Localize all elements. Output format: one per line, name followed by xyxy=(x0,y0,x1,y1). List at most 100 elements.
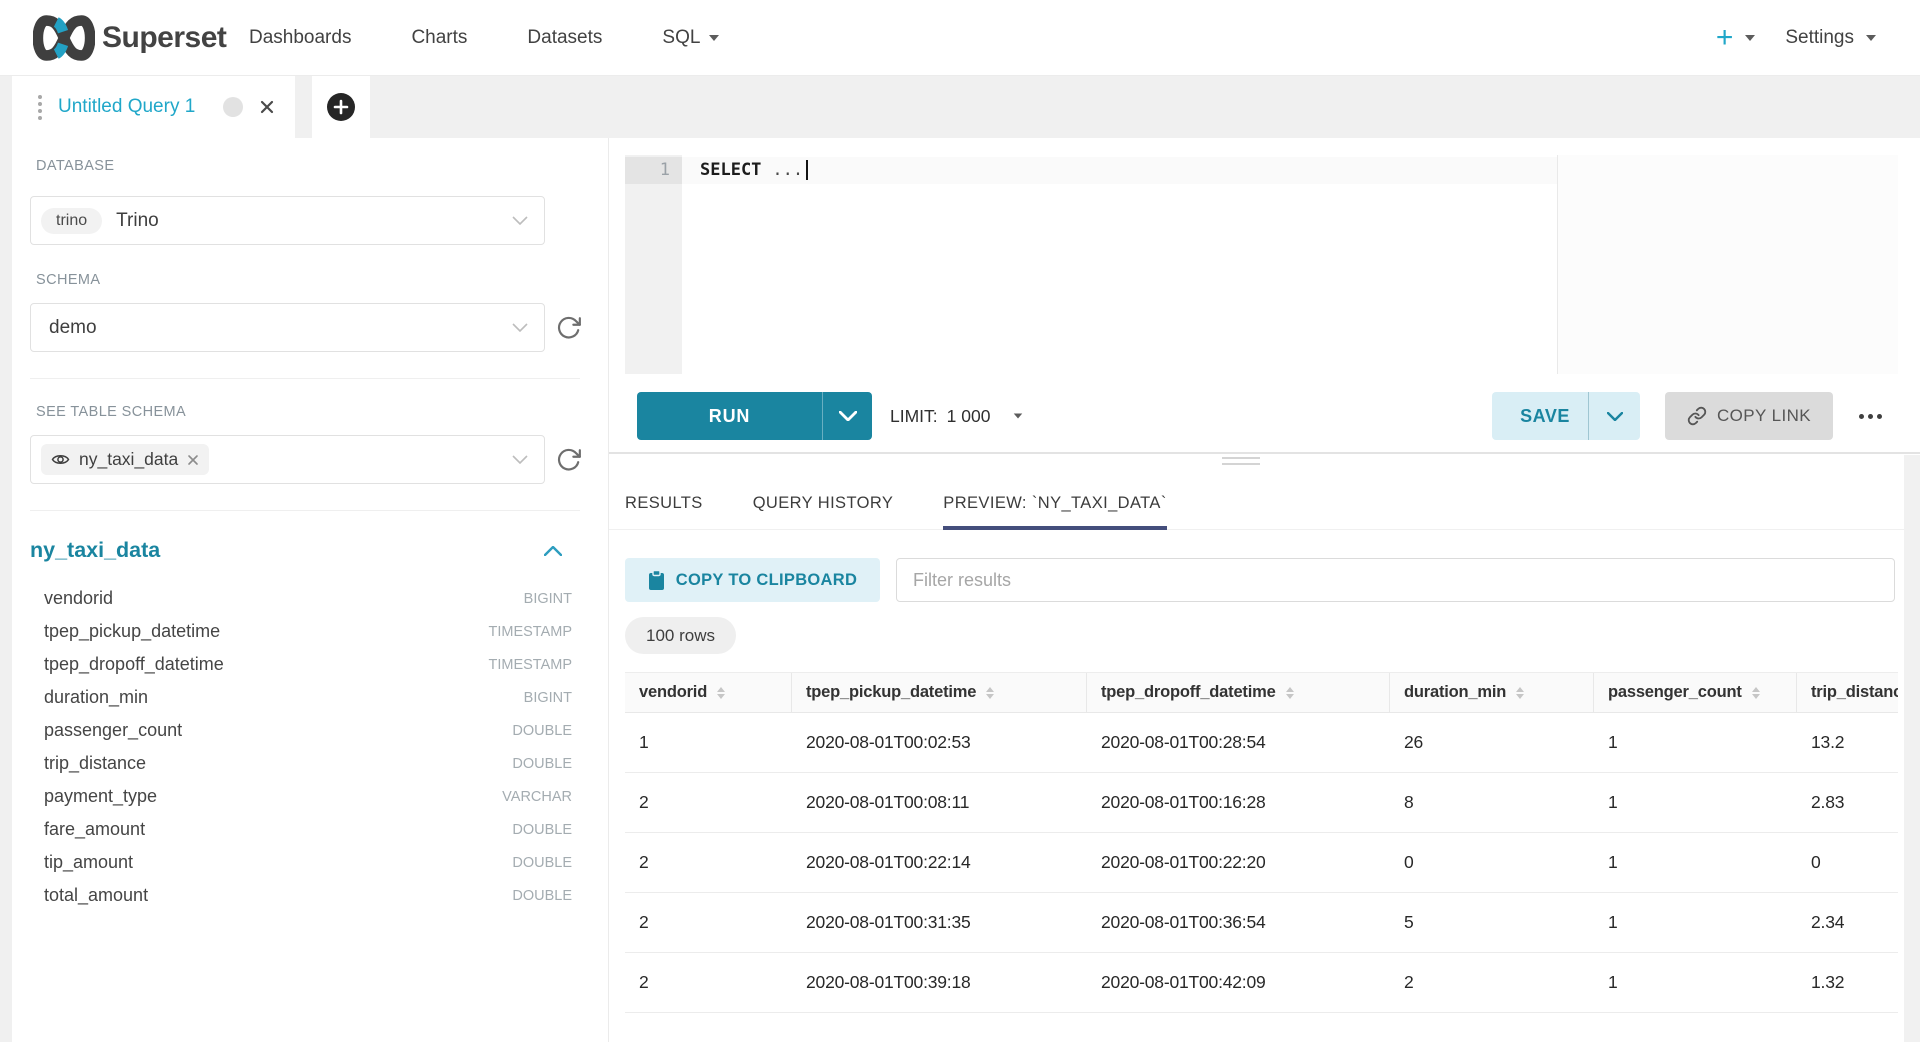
query-tabstrip: Untitled Query 1 xyxy=(0,76,1920,138)
column-type: DOUBLE xyxy=(512,822,572,838)
plus-circle-icon xyxy=(326,92,356,122)
new-item-button[interactable]: + xyxy=(1716,0,1734,76)
run-options-caret[interactable] xyxy=(822,392,872,440)
grid-cell: 2020-08-01T00:28:54 xyxy=(1087,713,1390,772)
sort-arrows-icon[interactable] xyxy=(717,687,725,699)
save-options-caret[interactable] xyxy=(1588,392,1640,440)
nav-caret-icon xyxy=(709,35,719,41)
schema-column-row[interactable]: trip_distanceDOUBLE xyxy=(30,747,580,780)
tab-drag-handle-icon[interactable] xyxy=(36,94,44,120)
new-item-caret-icon[interactable] xyxy=(1745,35,1755,41)
nav-item-sql[interactable]: SQL xyxy=(632,0,749,76)
sql-code-rest: ... xyxy=(772,160,803,180)
sql-editor[interactable]: 1 SELECT... xyxy=(625,155,1898,374)
schema-column-row[interactable]: vendoridBIGINT xyxy=(30,582,580,615)
schema-column-row[interactable]: passenger_countDOUBLE xyxy=(30,714,580,747)
run-button-label[interactable]: RUN xyxy=(637,392,822,440)
limit-caret-icon xyxy=(1014,413,1023,418)
column-name: payment_type xyxy=(44,786,157,807)
selected-table-name: ny_taxi_data xyxy=(79,449,178,470)
copy-to-clipboard-button[interactable]: COPY TO CLIPBOARD xyxy=(625,558,880,602)
sort-arrows-icon[interactable] xyxy=(1516,687,1524,699)
results-scrollbar-track[interactable] xyxy=(1904,455,1920,1042)
panel-splitter[interactable] xyxy=(609,452,1920,454)
table-columns-list: vendoridBIGINTtpep_pickup_datetimeTIMEST… xyxy=(30,582,580,912)
column-type: DOUBLE xyxy=(512,723,572,739)
results-tab-active[interactable]: PREVIEW: `NY_TAXI_DATA` xyxy=(943,478,1166,530)
column-name: tip_amount xyxy=(44,852,133,873)
run-query-button[interactable]: RUN xyxy=(637,392,872,440)
selected-table-tag[interactable]: ny_taxi_data xyxy=(41,444,209,475)
schema-column-row[interactable]: fare_amountDOUBLE xyxy=(30,813,580,846)
schema-column-row[interactable]: tpep_dropoff_datetimeTIMESTAMP xyxy=(30,648,580,681)
results-tab-1[interactable]: QUERY HISTORY xyxy=(753,478,894,530)
schema-column-row[interactable]: payment_typeVARCHAR xyxy=(30,780,580,813)
sql-keyword: SELECT xyxy=(700,160,761,180)
editor-gutter xyxy=(625,155,682,374)
grid-header-tpep_pickup_datetime[interactable]: tpep_pickup_datetime xyxy=(792,673,1087,712)
collapse-table-chevron-up-icon[interactable] xyxy=(544,546,562,556)
limit-dropdown[interactable]: LIMIT: 1 000 xyxy=(890,392,1023,440)
brand-name: Superset xyxy=(102,0,226,76)
grid-header-vendorid[interactable]: vendorid xyxy=(625,673,792,712)
filter-results-input[interactable] xyxy=(896,558,1895,602)
query-tab[interactable]: Untitled Query 1 xyxy=(12,76,295,138)
grid-cell: 2020-08-01T00:42:09 xyxy=(1087,953,1390,1012)
settings-menu[interactable]: Settings xyxy=(1785,27,1854,49)
more-actions-ellipsis[interactable] xyxy=(1848,392,1892,440)
see-table-schema-label: SEE TABLE SCHEMA xyxy=(36,404,186,420)
grid-header-duration_min[interactable]: duration_min xyxy=(1390,673,1594,712)
schema-select[interactable]: demo xyxy=(30,303,545,352)
database-select[interactable]: trino Trino xyxy=(30,196,545,245)
results-tab-0[interactable]: RESULTS xyxy=(625,478,703,530)
refresh-tables-icon[interactable] xyxy=(556,447,582,473)
schema-column-row[interactable]: tpep_pickup_datetimeTIMESTAMP xyxy=(30,615,580,648)
refresh-schemas-icon[interactable] xyxy=(556,315,582,341)
copy-link-button[interactable]: COPY LINK xyxy=(1665,392,1833,440)
nav-item-dashboards[interactable]: Dashboards xyxy=(219,0,381,76)
column-type: BIGINT xyxy=(524,591,572,607)
sort-arrows-icon[interactable] xyxy=(1752,687,1760,699)
tab-title[interactable]: Untitled Query 1 xyxy=(58,96,195,118)
results-grid: vendorid tpep_pickup_datetime tpep_dropoff… xyxy=(625,672,1898,1014)
grid-header-tpep_dropoff_datetime[interactable]: tpep_dropoff_datetime xyxy=(1087,673,1390,712)
sidebar-divider xyxy=(30,510,580,511)
schema-column-row[interactable]: tip_amountDOUBLE xyxy=(30,846,580,879)
results-tabs: RESULTS QUERY HISTORY PREVIEW: `NY_TAXI_DA… xyxy=(625,478,1167,530)
table-schema-title[interactable]: ny_taxi_data xyxy=(30,538,160,563)
superset-logo-icon[interactable] xyxy=(33,15,95,66)
remove-table-icon[interactable] xyxy=(187,454,199,466)
editor-code-line[interactable]: SELECT... xyxy=(700,157,808,184)
grid-header-label: tpep_pickup_datetime xyxy=(806,683,976,702)
grid-cell: 1 xyxy=(1594,833,1797,892)
table-select[interactable]: ny_taxi_data xyxy=(30,435,545,484)
grid-header-label: duration_min xyxy=(1404,683,1506,702)
grid-row: 22020-08-01T00:39:182020-08-01T00:42:092… xyxy=(625,953,1898,1013)
splitter-grip[interactable] xyxy=(1222,463,1260,465)
save-button-label[interactable]: SAVE xyxy=(1492,392,1588,440)
column-name: trip_distance xyxy=(44,753,146,774)
nav-item-charts[interactable]: Charts xyxy=(381,0,497,76)
sort-arrows-icon[interactable] xyxy=(986,687,994,699)
settings-caret-icon[interactable] xyxy=(1866,35,1876,41)
editor-caret xyxy=(806,160,808,180)
top-navbar: Superset DashboardsChartsDatasetsSQL + S… xyxy=(0,0,1920,76)
schema-column-row[interactable]: total_amountDOUBLE xyxy=(30,879,580,912)
tab-unsaved-indicator xyxy=(223,97,243,117)
main-nav: DashboardsChartsDatasetsSQL xyxy=(219,0,749,76)
copy-to-clipboard-label: COPY TO CLIPBOARD xyxy=(676,571,857,590)
grid-header-trip_distance[interactable]: trip_distance xyxy=(1797,673,1898,712)
schema-column-row[interactable]: duration_minBIGINT xyxy=(30,681,580,714)
grid-cell: 1 xyxy=(1594,713,1797,772)
column-name: duration_min xyxy=(44,687,148,708)
grid-cell: 2020-08-01T00:08:11 xyxy=(792,773,1087,832)
schema-select-value: demo xyxy=(49,317,97,339)
grid-header-passenger_count[interactable]: passenger_count xyxy=(1594,673,1797,712)
new-query-tab-button[interactable] xyxy=(312,76,370,138)
database-backend-badge: trino xyxy=(41,208,102,234)
nav-item-datasets[interactable]: Datasets xyxy=(497,0,632,76)
save-query-button[interactable]: SAVE xyxy=(1492,392,1640,440)
sort-arrows-icon[interactable] xyxy=(1286,687,1294,699)
tab-close-icon[interactable] xyxy=(259,99,275,115)
splitter-grip[interactable] xyxy=(1222,457,1260,459)
